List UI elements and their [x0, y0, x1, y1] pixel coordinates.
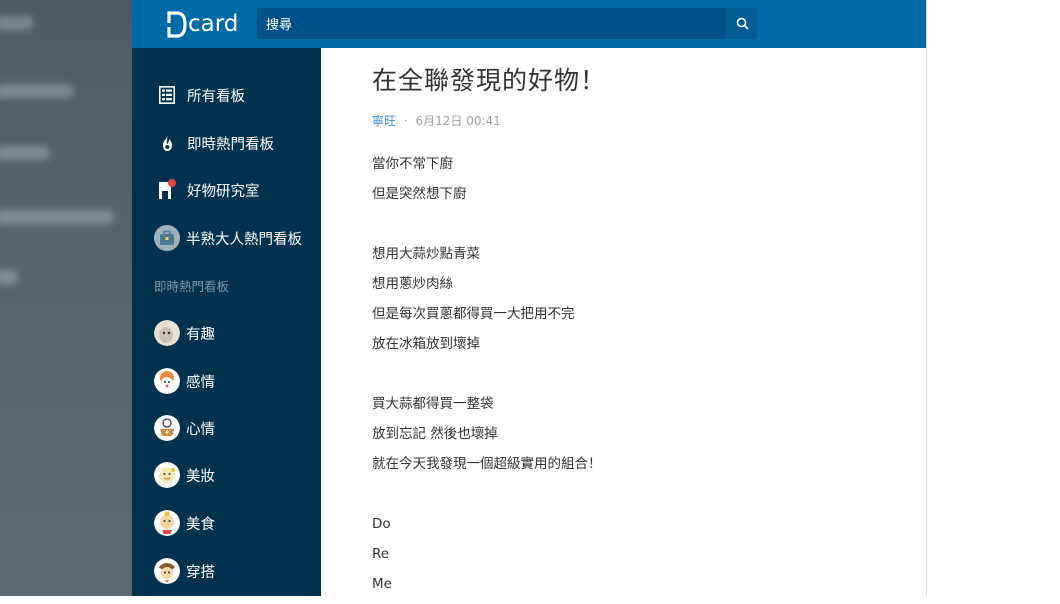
food-board-avatar-icon: [154, 510, 180, 536]
flame-icon: [154, 130, 180, 156]
sidebar-item-all-boards[interactable]: 所有看板: [154, 80, 245, 110]
post-author-link[interactable]: 寧旺: [372, 114, 396, 128]
post-line: 但是突然想下廚: [372, 186, 467, 202]
search-button[interactable]: [726, 8, 757, 39]
meta-separator: ·: [403, 114, 408, 128]
top-navbar: card 搜尋: [132, 0, 926, 48]
page-edge-divider: [926, 0, 927, 596]
sidebar-item-mature-board[interactable]: 半熟大人熱門看板: [154, 223, 302, 253]
sidebar-item-makeup[interactable]: 美妝: [154, 460, 215, 490]
post-line: 就在今天我發現一個超級實用的組合！: [372, 456, 602, 472]
search-input[interactable]: 搜尋: [266, 14, 726, 33]
post-line: [372, 214, 602, 244]
mood-board-avatar-icon: [154, 415, 180, 441]
section-label-hot-boards: 即時熱門看板: [154, 279, 230, 294]
post-line: Me: [372, 576, 392, 592]
briefcase-avatar-icon: [154, 225, 180, 251]
search-bar: 搜尋: [257, 8, 757, 39]
outfit-board-avatar-icon: [154, 558, 180, 584]
sidebar-item-funny[interactable]: 有趣: [154, 318, 215, 348]
post-body: 當你不常下廚 但是突然想下廚 想用大蒜炒點青菜 想用蔥炒肉絲 但是每次買蔥都得買…: [372, 154, 602, 604]
sidebar-item-label: 心情: [186, 421, 215, 438]
sidebar-item-label: 美食: [186, 516, 215, 533]
makeup-board-avatar-icon: [154, 462, 180, 488]
sidebar-item-label: 好物研究室: [187, 183, 260, 200]
relationship-board-avatar-icon: [154, 368, 180, 394]
dcard-logo-icon: [167, 10, 187, 38]
post-line: 買大蒜都得買一整袋: [372, 396, 494, 412]
post-line: [372, 364, 602, 394]
sidebar-item-label: 半熟大人熱門看板: [186, 231, 302, 248]
search-icon: [736, 17, 749, 30]
post-line: 放到忘記 然後也壞掉: [372, 426, 498, 442]
shop-icon: [154, 177, 180, 203]
logo-text: card: [188, 11, 239, 37]
sidebar-item-label: 即時熱門看板: [187, 136, 274, 153]
post-title: 在全聯發現的好物！: [372, 66, 607, 95]
sidebar-item-goods-lab[interactable]: 好物研究室: [154, 175, 260, 205]
post-meta: 寧旺 · 6月12日 00:41: [372, 112, 501, 129]
sidebar-item-hot-boards[interactable]: 即時熱門看板: [154, 128, 274, 158]
sidebar-item-label: 所有看板: [187, 88, 245, 105]
sidebar-item-label: 感情: [186, 374, 215, 391]
post-line: Re: [372, 546, 390, 562]
sidebar-item-food[interactable]: 美食: [154, 508, 215, 538]
post-line: 但是每次買蔥都得買一大把用不完: [372, 306, 575, 322]
sidebar-item-label: 穿搭: [186, 564, 215, 581]
post-line: Do: [372, 516, 391, 532]
sidebar-item-relationship[interactable]: 感情: [154, 366, 215, 396]
sidebar-item-label: 有趣: [186, 326, 215, 343]
dcard-logo[interactable]: card: [167, 9, 238, 39]
list-icon: [154, 82, 180, 108]
sidebar: 所有看板 即時熱門看板 好物研究室 半熟大人熱門看板 即時熱門看板 有趣 感情 …: [132, 48, 321, 596]
sidebar-item-mood[interactable]: 心情: [154, 413, 215, 443]
funny-board-avatar-icon: [154, 320, 180, 346]
post-line: 當你不常下廚: [372, 156, 453, 172]
blurred-background: [0, 0, 132, 596]
post-line: 想用大蒜炒點青菜: [372, 246, 480, 262]
sidebar-item-label: 美妝: [186, 468, 215, 485]
sidebar-item-outfit[interactable]: 穿搭: [154, 556, 215, 586]
post-date: 6月12日 00:41: [415, 114, 501, 128]
post-line: [372, 484, 602, 514]
post-line: 放在冰箱放到壞掉: [372, 336, 480, 352]
post-line: 想用蔥炒肉絲: [372, 276, 453, 292]
post-content-area: 在全聯發現的好物！ 寧旺 · 6月12日 00:41 當你不常下廚 但是突然想下…: [321, 48, 926, 596]
